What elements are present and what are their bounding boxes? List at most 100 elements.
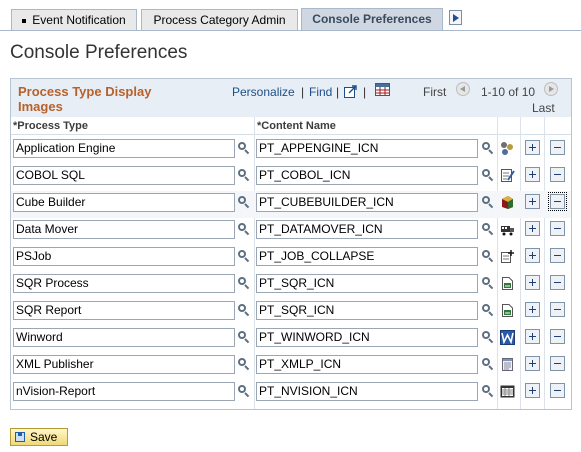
process-type-field[interactable]: Cube Builder (13, 193, 235, 212)
tab-label: Console Preferences (312, 12, 432, 26)
add-row-button[interactable] (525, 275, 540, 290)
cube-icon (500, 195, 515, 210)
delete-row-button[interactable] (550, 383, 565, 398)
process-type-field[interactable]: PSJob (13, 247, 235, 266)
lookup-icon[interactable] (238, 385, 250, 398)
content-name-field[interactable]: PT_CUBEBUILDER_ICN (256, 193, 478, 212)
process-type-field[interactable]: Data Mover (13, 220, 235, 239)
tab-process-category-admin[interactable]: Process Category Admin (141, 9, 298, 30)
tab-divider (0, 30, 581, 31)
tab-console-preferences[interactable]: Console Preferences (301, 8, 443, 31)
add-row-button[interactable] (525, 302, 540, 317)
lookup-icon[interactable] (238, 196, 250, 209)
process-type-field[interactable]: SQR Process (13, 274, 235, 293)
lookup-icon[interactable] (482, 196, 494, 209)
lookup-icon[interactable] (482, 358, 494, 371)
process-type-field[interactable]: Application Engine (13, 139, 235, 158)
add-row-button[interactable] (525, 167, 540, 182)
lookup-icon[interactable] (482, 223, 494, 236)
content-name-field[interactable]: PT_COBOL_ICN (256, 166, 478, 185)
lookup-icon[interactable] (482, 304, 494, 317)
content-name-field[interactable]: PT_XMLP_ICN (256, 355, 478, 374)
process-type-field[interactable]: SQR Report (13, 301, 235, 320)
delete-row-button[interactable] (550, 356, 565, 371)
tab-label: Process Category Admin (153, 13, 286, 27)
delete-row-button[interactable] (550, 167, 565, 182)
lookup-icon[interactable] (482, 277, 494, 290)
previous-row-icon[interactable] (456, 82, 470, 96)
process-type-field[interactable]: COBOL SQL (13, 166, 235, 185)
lookup-icon[interactable] (238, 277, 250, 290)
process-type-field[interactable]: Winword (13, 328, 235, 347)
process-type-field[interactable]: XML Publisher (13, 355, 235, 374)
table-row: SQR Report PT_SQR_ICN (11, 299, 571, 326)
grid-header: Process Type Display Images Personalize … (11, 79, 571, 117)
content-name-field[interactable]: PT_NVISION_ICN (256, 382, 478, 401)
add-row-button[interactable] (525, 383, 540, 398)
view-all-icon[interactable] (344, 85, 358, 98)
save-icon (15, 432, 25, 442)
lookup-icon[interactable] (482, 250, 494, 263)
lookup-icon[interactable] (482, 142, 494, 155)
delete-row-button[interactable] (550, 248, 565, 263)
content-name-field[interactable]: PT_DATAMOVER_ICN (256, 220, 478, 239)
column-header-content-name: *Content Name (257, 120, 336, 132)
delete-row-button[interactable] (550, 275, 565, 290)
lookup-icon[interactable] (238, 142, 250, 155)
delete-row-button[interactable] (550, 221, 565, 236)
delete-row-button[interactable] (550, 140, 565, 155)
header-divider (11, 134, 571, 135)
truck-icon (500, 222, 515, 237)
content-name-field[interactable]: PT_WINWORD_ICN (256, 328, 478, 347)
tab-label: Event Notification (32, 13, 126, 27)
last-label: Last (532, 101, 555, 115)
appengine-icon (500, 141, 515, 156)
column-header-process-type: *Process Type (13, 120, 89, 132)
lookup-icon[interactable] (238, 304, 250, 317)
grid-title: Process Type Display Images (18, 84, 152, 114)
add-row-button[interactable] (525, 329, 540, 344)
lookup-icon[interactable] (238, 358, 250, 371)
table-row: PSJob PT_JOB_COLLAPSE (11, 245, 571, 272)
lookup-icon[interactable] (238, 223, 250, 236)
row-range: 1-10 of 10 (481, 85, 536, 99)
separator: | (301, 85, 305, 99)
tab-event-notification[interactable]: Event Notification (11, 9, 137, 30)
tab-scroll-right-icon[interactable] (449, 10, 462, 25)
process-type-field[interactable]: nVision-Report (13, 382, 235, 401)
add-row-button[interactable] (525, 221, 540, 236)
lookup-icon[interactable] (482, 331, 494, 344)
cobol-icon (500, 168, 515, 183)
lookup-icon[interactable] (482, 169, 494, 182)
add-row-button[interactable] (525, 140, 540, 155)
delete-row-button[interactable] (550, 329, 565, 344)
personalize-link[interactable]: Personalize (232, 85, 295, 99)
table-row: SQR Process PT_SQR_ICN (11, 272, 571, 299)
add-row-button[interactable] (525, 248, 540, 263)
lookup-icon[interactable] (482, 385, 494, 398)
lookup-icon[interactable] (238, 250, 250, 263)
add-row-button[interactable] (525, 356, 540, 371)
content-name-field[interactable]: PT_SQR_ICN (256, 274, 478, 293)
download-spreadsheet-icon[interactable] (375, 83, 390, 96)
table-row: Data Mover PT_DATAMOVER_ICN (11, 218, 571, 245)
content-name-field[interactable]: PT_APPENGINE_ICN (256, 139, 478, 158)
tab-bullet-icon (22, 18, 27, 23)
content-name-field[interactable]: PT_JOB_COLLAPSE (256, 247, 478, 266)
add-row-button[interactable] (525, 194, 540, 209)
table-row: COBOL SQL PT_COBOL_ICN (11, 164, 571, 191)
separator: | (363, 85, 367, 99)
delete-row-button[interactable] (550, 302, 565, 317)
lookup-icon[interactable] (238, 169, 250, 182)
save-button[interactable]: Save (10, 428, 68, 446)
page-title: Console Preferences (10, 42, 188, 63)
sqr-icon (500, 276, 515, 291)
find-link[interactable]: Find (309, 85, 332, 99)
delete-row-button[interactable] (548, 192, 567, 211)
separator: | (336, 85, 340, 99)
first-label: First (423, 85, 447, 99)
lookup-icon[interactable] (238, 331, 250, 344)
content-name-field[interactable]: PT_SQR_ICN (256, 301, 478, 320)
word-icon (500, 330, 515, 345)
next-row-icon[interactable] (544, 82, 558, 96)
